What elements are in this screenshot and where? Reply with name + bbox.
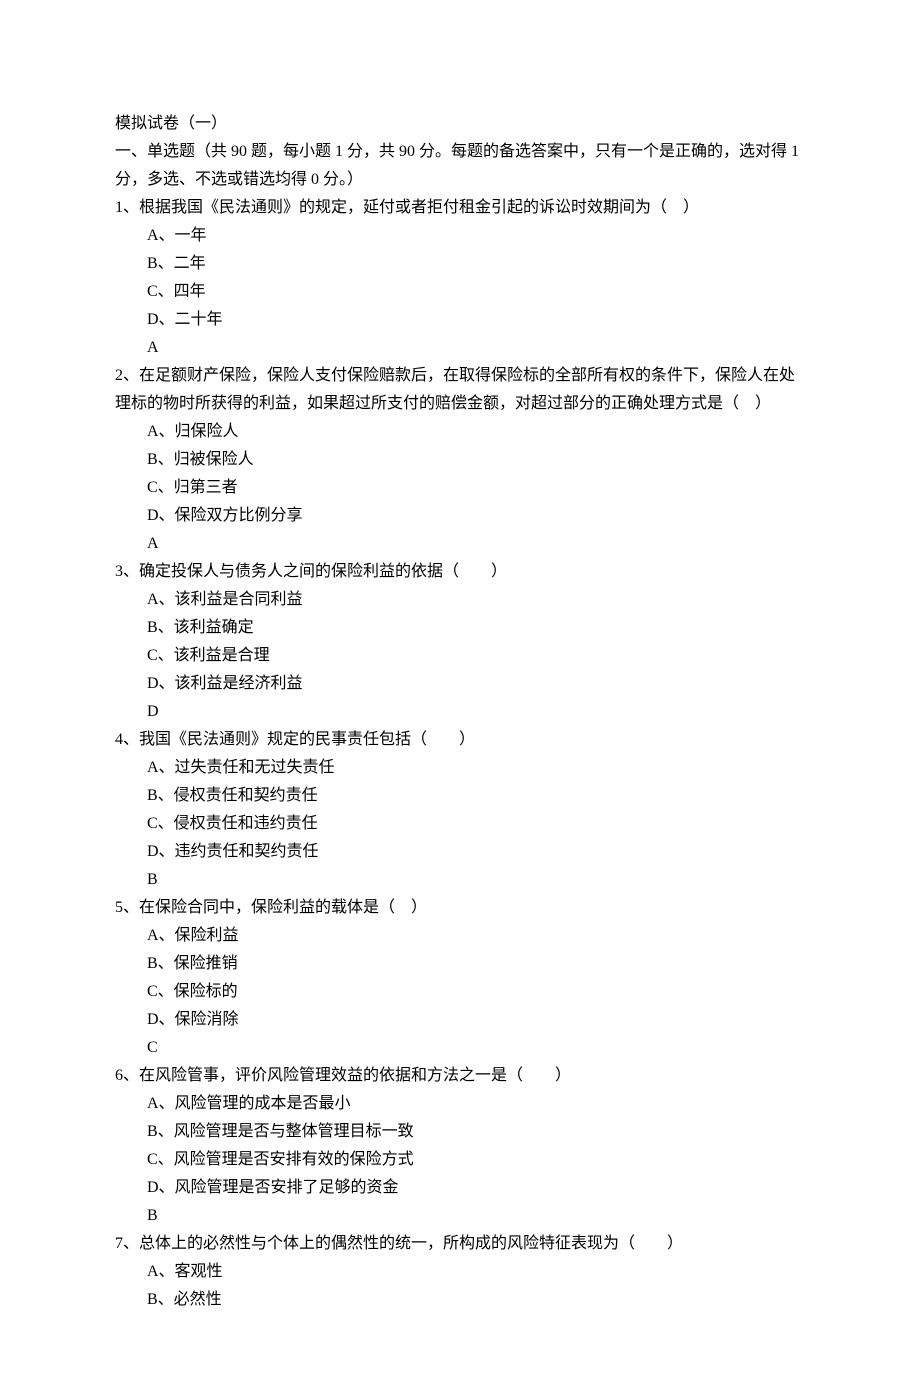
- question-option: C、侵权责任和违约责任: [147, 810, 805, 838]
- question-option: C、四年: [147, 278, 805, 306]
- question-answer: B: [115, 1202, 805, 1230]
- question-answer: D: [115, 698, 805, 726]
- question-answer: A: [115, 530, 805, 558]
- question-option: D、该利益是经济利益: [147, 670, 805, 698]
- question-options: A、风险管理的成本是否最小B、风险管理是否与整体管理目标一致C、风险管理是否安排…: [115, 1090, 805, 1202]
- question-option: D、二十年: [147, 306, 805, 334]
- question-option: A、保险利益: [147, 922, 805, 950]
- question-options: A、保险利益B、保险推销C、保险标的D、保险消除: [115, 922, 805, 1034]
- question-answer: B: [115, 866, 805, 894]
- question-option: C、保险标的: [147, 978, 805, 1006]
- question-stem: 7、总体上的必然性与个体上的偶然性的统一，所构成的风险特征表现为（ ）: [115, 1230, 805, 1258]
- question-option: B、风险管理是否与整体管理目标一致: [147, 1118, 805, 1146]
- question-options: A、该利益是合同利益B、该利益确定C、该利益是合理D、该利益是经济利益: [115, 586, 805, 698]
- question-option: B、二年: [147, 250, 805, 278]
- section-intro: 一、单选题（共 90 题，每小题 1 分，共 90 分。每题的备选答案中，只有一…: [115, 138, 805, 194]
- question-option: A、一年: [147, 222, 805, 250]
- question: 7、总体上的必然性与个体上的偶然性的统一，所构成的风险特征表现为（ ）A、客观性…: [115, 1230, 805, 1314]
- question-stem: 3、确定投保人与债务人之间的保险利益的依据（ ）: [115, 558, 805, 586]
- question-option: B、该利益确定: [147, 614, 805, 642]
- question-option: D、保险消除: [147, 1006, 805, 1034]
- question: 6、在风险管事，评价风险管理效益的依据和方法之一是（ ）A、风险管理的成本是否最…: [115, 1062, 805, 1230]
- question-options: A、一年B、二年C、四年D、二十年: [115, 222, 805, 334]
- question-option: D、风险管理是否安排了足够的资金: [147, 1174, 805, 1202]
- question-option: A、该利益是合同利益: [147, 586, 805, 614]
- question: 4、我国《民法通则》规定的民事责任包括（ ）A、过失责任和无过失责任B、侵权责任…: [115, 726, 805, 894]
- question-option: A、归保险人: [147, 418, 805, 446]
- question-stem: 2、在足额财产保险，保险人支付保险赔款后，在取得保险标的全部所有权的条件下，保险…: [115, 362, 805, 418]
- question-stem: 4、我国《民法通则》规定的民事责任包括（ ）: [115, 726, 805, 754]
- questions-container: 1、根据我国《民法通则》的规定，延付或者拒付租金引起的诉讼时效期间为（ ）A、一…: [115, 194, 805, 1314]
- question-options: A、归保险人B、归被保险人C、归第三者D、保险双方比例分享: [115, 418, 805, 530]
- exam-title: 模拟试卷（一）: [115, 110, 805, 138]
- question-option: C、该利益是合理: [147, 642, 805, 670]
- question-options: A、客观性B、必然性: [115, 1258, 805, 1314]
- question-answer: A: [115, 334, 805, 362]
- question-option: C、风险管理是否安排有效的保险方式: [147, 1146, 805, 1174]
- question: 5、在保险合同中，保险利益的载体是（ ）A、保险利益B、保险推销C、保险标的D、…: [115, 894, 805, 1062]
- question-option: B、必然性: [147, 1286, 805, 1314]
- question-option: D、违约责任和契约责任: [147, 838, 805, 866]
- question-options: A、过失责任和无过失责任B、侵权责任和契约责任C、侵权责任和违约责任D、违约责任…: [115, 754, 805, 866]
- question: 3、确定投保人与债务人之间的保险利益的依据（ ）A、该利益是合同利益B、该利益确…: [115, 558, 805, 726]
- question-stem: 5、在保险合同中，保险利益的载体是（ ）: [115, 894, 805, 922]
- question-option: B、归被保险人: [147, 446, 805, 474]
- question: 1、根据我国《民法通则》的规定，延付或者拒付租金引起的诉讼时效期间为（ ）A、一…: [115, 194, 805, 362]
- question: 2、在足额财产保险，保险人支付保险赔款后，在取得保险标的全部所有权的条件下，保险…: [115, 362, 805, 558]
- question-stem: 6、在风险管事，评价风险管理效益的依据和方法之一是（ ）: [115, 1062, 805, 1090]
- question-option: A、过失责任和无过失责任: [147, 754, 805, 782]
- question-option: B、侵权责任和契约责任: [147, 782, 805, 810]
- question-option: D、保险双方比例分享: [147, 502, 805, 530]
- question-option: B、保险推销: [147, 950, 805, 978]
- question-answer: C: [115, 1034, 805, 1062]
- question-stem: 1、根据我国《民法通则》的规定，延付或者拒付租金引起的诉讼时效期间为（ ）: [115, 194, 805, 222]
- question-option: A、风险管理的成本是否最小: [147, 1090, 805, 1118]
- question-option: A、客观性: [147, 1258, 805, 1286]
- question-option: C、归第三者: [147, 474, 805, 502]
